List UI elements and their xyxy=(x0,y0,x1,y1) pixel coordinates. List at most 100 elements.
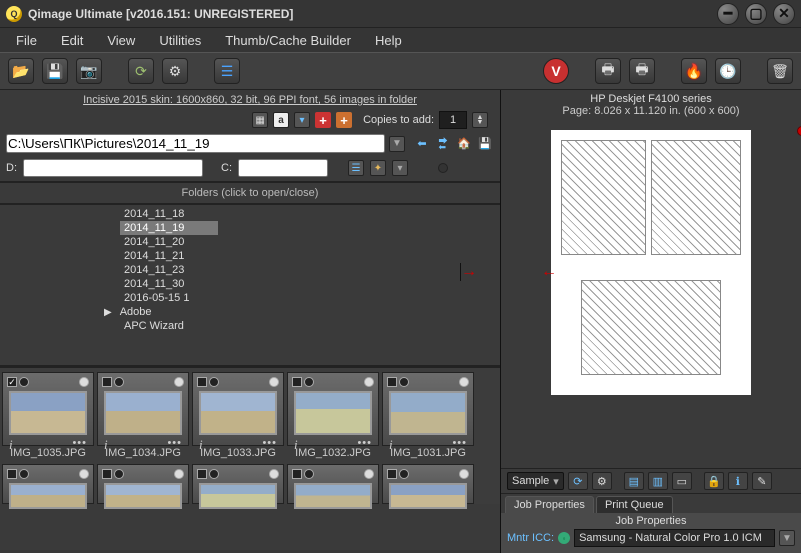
drive-d-input[interactable] xyxy=(23,159,203,177)
folder-item[interactable]: 2014_11_20 xyxy=(120,235,218,249)
info-icon[interactable]: i xyxy=(199,437,203,453)
forward-up-button[interactable]: ⮕⬅ xyxy=(434,135,452,153)
rb-info-button[interactable]: ℹ xyxy=(728,472,748,490)
thumb-radio[interactable] xyxy=(399,469,409,479)
path-dropdown-button[interactable]: ▼ xyxy=(389,136,405,152)
thumb-radio[interactable] xyxy=(114,469,124,479)
dropdown-icon[interactable]: ▾ xyxy=(294,112,310,128)
folder-item[interactable]: 2016-05-15 1 xyxy=(120,291,218,305)
thumb-checkbox[interactable] xyxy=(102,469,112,479)
mntr-icc-dropdown-icon[interactable]: ▼ xyxy=(779,530,795,546)
thumb-checkbox[interactable] xyxy=(7,377,17,387)
select-all-icon[interactable]: ▦ xyxy=(252,112,268,128)
copies-input[interactable] xyxy=(439,111,467,129)
tool-filter-button[interactable]: ☰ xyxy=(348,160,364,176)
settings-button[interactable]: ⚙ xyxy=(162,58,188,84)
more-icon[interactable]: ••• xyxy=(452,437,467,453)
add-alt-button[interactable]: + xyxy=(336,112,352,128)
info-icon[interactable]: i xyxy=(104,437,108,453)
rb-edit-button[interactable]: ✎ xyxy=(752,472,772,490)
more-icon[interactable]: ••• xyxy=(357,437,372,453)
list-view-button[interactable]: ☰ xyxy=(214,58,240,84)
menu-file[interactable]: File xyxy=(6,31,47,50)
save-button[interactable]: 💾 xyxy=(42,58,68,84)
thumbnail[interactable]: i•••IMG_1035.JPG xyxy=(2,372,94,459)
layout-slot-2[interactable] xyxy=(651,140,741,255)
menu-utilities[interactable]: Utilities xyxy=(149,31,211,50)
folder-expand-icon[interactable]: ▶ xyxy=(104,307,112,318)
thumb-radio[interactable] xyxy=(19,469,29,479)
folder-item[interactable]: 2014_11_30 xyxy=(120,277,218,291)
drive-c-input[interactable] xyxy=(238,159,328,177)
text-a-icon[interactable]: a xyxy=(273,112,289,128)
menu-edit[interactable]: Edit xyxy=(51,31,93,50)
thumb-radio[interactable] xyxy=(304,377,314,387)
thumbnail[interactable]: i•••IMG_1033.JPG xyxy=(192,372,284,459)
info-icon[interactable]: i xyxy=(9,437,13,453)
path-input[interactable] xyxy=(6,134,385,153)
rb-page2-button[interactable]: ▥ xyxy=(648,472,668,490)
warning-button[interactable]: V xyxy=(543,58,569,84)
back-button[interactable]: ⬅ xyxy=(413,135,431,153)
rb-lock-button[interactable]: 🔒 xyxy=(704,472,724,490)
thumb-radio[interactable] xyxy=(304,469,314,479)
folders-header[interactable]: Folders (click to open/close) xyxy=(0,181,500,205)
thumb-checkbox[interactable] xyxy=(197,377,207,387)
thumbnail[interactable]: i••• xyxy=(97,464,189,504)
more-icon[interactable]: ••• xyxy=(262,437,277,453)
clock-button[interactable]: 🕒 xyxy=(715,58,741,84)
thumb-checkbox[interactable] xyxy=(387,377,397,387)
pin-icon[interactable] xyxy=(797,126,801,136)
thumb-checkbox[interactable] xyxy=(197,469,207,479)
menu-view[interactable]: View xyxy=(97,31,145,50)
thumbnail[interactable]: i•••IMG_1032.JPG xyxy=(287,372,379,459)
tab-job-properties[interactable]: Job Properties xyxy=(505,496,594,513)
maximize-button[interactable]: ▢ xyxy=(745,3,767,25)
rb-refresh-button[interactable]: ⟳ xyxy=(568,472,588,490)
folder-item[interactable]: 2014_11_21 xyxy=(120,249,218,263)
trash-button[interactable]: 🗑 xyxy=(767,58,793,84)
layout-slot-1[interactable] xyxy=(561,140,646,255)
thumbnail[interactable]: i••• xyxy=(2,464,94,504)
mntr-icc-select[interactable]: Samsung - Natural Color Pro 1.0 ICM xyxy=(574,529,775,547)
zoom-select[interactable]: Sample ▾ xyxy=(507,472,564,490)
info-icon[interactable]: i xyxy=(294,437,298,453)
folder-item[interactable]: 2014_11_23 xyxy=(120,263,218,277)
thumb-radio[interactable] xyxy=(209,377,219,387)
layout-slot-3[interactable] xyxy=(581,280,721,375)
info-icon[interactable]: i xyxy=(389,437,393,453)
add-button[interactable]: + xyxy=(315,112,331,128)
thumb-checkbox[interactable] xyxy=(7,469,17,479)
open-button[interactable]: 📂 xyxy=(8,58,34,84)
thumbnail[interactable]: i••• xyxy=(192,464,284,504)
menu-help[interactable]: Help xyxy=(365,31,412,50)
folder-item[interactable]: Adobe xyxy=(116,305,214,319)
menu-thumb[interactable]: Thumb/Cache Builder xyxy=(215,31,361,50)
page-canvas[interactable]: ← → xyxy=(551,130,751,395)
save-loc-button[interactable]: 💾 xyxy=(476,135,494,153)
thumbnail[interactable]: i••• xyxy=(382,464,474,504)
thumbnail[interactable]: i•••IMG_1031.JPG xyxy=(382,372,474,459)
tab-print-queue[interactable]: Print Queue xyxy=(596,496,673,513)
folder-item[interactable]: 2014_11_18 xyxy=(120,207,218,221)
thumb-radio[interactable] xyxy=(399,377,409,387)
copies-updown-icon[interactable]: ▲▼ xyxy=(472,112,488,128)
tool-more-button[interactable]: ▾ xyxy=(392,160,408,176)
thumb-radio[interactable] xyxy=(114,377,124,387)
thumb-checkbox[interactable] xyxy=(292,377,302,387)
minimize-button[interactable]: ━ xyxy=(717,3,739,25)
home-button[interactable]: 🏠 xyxy=(455,135,473,153)
rb-gear-button[interactable]: ⚙ xyxy=(592,472,612,490)
thumbnail[interactable]: i••• xyxy=(287,464,379,504)
burn-button[interactable]: 🔥 xyxy=(681,58,707,84)
folder-item[interactable]: 2014_11_19 xyxy=(120,221,218,235)
tool-gear-button[interactable]: ✦ xyxy=(370,160,386,176)
rb-page1-button[interactable]: ▤ xyxy=(624,472,644,490)
thumb-checkbox[interactable] xyxy=(292,469,302,479)
print-load-button[interactable]: 🖶 xyxy=(595,58,621,84)
close-button[interactable]: ✕ xyxy=(773,3,795,25)
refresh-button[interactable]: ⟳ xyxy=(128,58,154,84)
camera-import-button[interactable]: 📷 xyxy=(76,58,102,84)
more-icon[interactable]: ••• xyxy=(72,437,87,453)
print-save-button[interactable]: 🖶 xyxy=(629,58,655,84)
